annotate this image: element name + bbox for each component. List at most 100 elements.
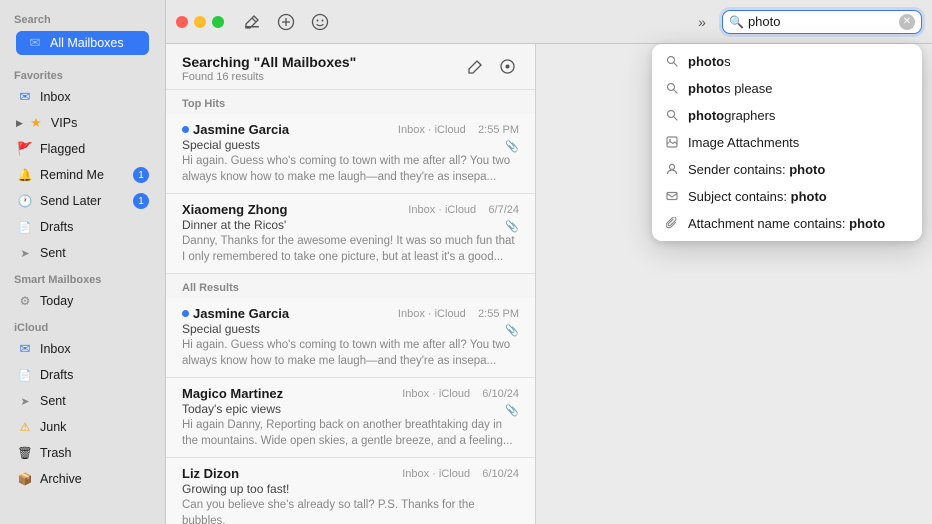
email-item-header-1: Xiaomeng Zhong Inbox · iCloud 6/7/24 bbox=[182, 202, 519, 217]
suggestion-sender-contains[interactable]: Sender contains: photo bbox=[652, 156, 922, 183]
fullscreen-button[interactable] bbox=[212, 16, 224, 28]
new-message-button[interactable] bbox=[238, 8, 266, 36]
email-preview-4: Can you believe she's already so tall? P… bbox=[182, 498, 519, 524]
new-message-action-button[interactable] bbox=[463, 54, 487, 78]
sent-icon: ➤ bbox=[16, 244, 34, 262]
list-item[interactable]: Xiaomeng Zhong Inbox · iCloud 6/7/24 Din… bbox=[166, 194, 535, 274]
sidebar-item-icloud-trash[interactable]: 🗑 Trash bbox=[6, 441, 159, 465]
paperclip-icon bbox=[664, 217, 680, 229]
mail-list-header: Searching "All Mailboxes" Found 16 resul… bbox=[166, 44, 535, 90]
suggestion-image-attachments[interactable]: Image Attachments bbox=[652, 129, 922, 156]
list-item[interactable]: Liz Dizon Inbox · iCloud 6/10/24 Growing… bbox=[166, 458, 535, 524]
sidebar-item-icloud-archive[interactable]: 📦 Archive bbox=[6, 467, 159, 491]
list-item[interactable]: Magico Martinez Inbox · iCloud 6/10/24 T… bbox=[166, 378, 535, 458]
forward-button[interactable]: » bbox=[688, 8, 716, 36]
sidebar-item-icloud-drafts[interactable]: 📄 Drafts bbox=[6, 363, 159, 387]
app-window: Search ✉ All Mailboxes Favorites ✉ Inbox… bbox=[0, 0, 932, 524]
sidebar-section-icloud: iCloud bbox=[0, 314, 165, 336]
sidebar-section-favorites: Favorites bbox=[0, 62, 165, 84]
email-sender-1: Xiaomeng Zhong bbox=[182, 202, 287, 217]
sidebar-item-icloud-sent-label: Sent bbox=[40, 394, 66, 408]
email-subject-1: Dinner at the Ricos' bbox=[182, 218, 286, 232]
list-item[interactable]: Jasmine Garcia Inbox · iCloud 2:55 PM Sp… bbox=[166, 298, 535, 378]
email-meta-2: Inbox · iCloud 2:55 PM bbox=[398, 308, 519, 320]
email-subject-3: Today's epic views bbox=[182, 402, 281, 416]
sidebar-item-drafts[interactable]: 📄 Drafts bbox=[6, 215, 159, 239]
email-row2-0: Special guests 📎 bbox=[182, 138, 519, 154]
email-preview-2: Hi again. Guess who's coming to town wit… bbox=[182, 338, 519, 369]
search-input-wrapper: 🔍 ✕ bbox=[722, 10, 922, 34]
sidebar-item-vips[interactable]: ▶ ★ VIPs bbox=[6, 111, 159, 135]
icloud-trash-icon: 🗑 bbox=[16, 444, 34, 462]
email-row2-1: Dinner at the Ricos' 📎 bbox=[182, 218, 519, 234]
icloud-drafts-icon: 📄 bbox=[16, 366, 34, 384]
content-area: » 🔍 ✕ photos bbox=[166, 0, 932, 524]
email-preview-0: Hi again. Guess who's coming to town wit… bbox=[182, 154, 519, 185]
chevron-icon: ▶ bbox=[16, 118, 23, 129]
sidebar-item-icloud-junk[interactable]: ⚠ Junk bbox=[6, 415, 159, 439]
sidebar-item-drafts-label: Drafts bbox=[40, 220, 73, 234]
email-sender-0: Jasmine Garcia bbox=[182, 122, 289, 137]
sidebar-item-remind-me[interactable]: 🔔 Remind Me 1 bbox=[6, 163, 159, 187]
sidebar-item-send-later[interactable]: 🕐 Send Later 1 bbox=[6, 189, 159, 213]
sidebar-item-icloud-inbox[interactable]: ✉ Inbox bbox=[6, 337, 159, 361]
bell-icon: 🔔 bbox=[16, 166, 34, 184]
email-list: Top Hits Jasmine Garcia Inbox · iCloud bbox=[166, 90, 535, 524]
suggestion-photos-text: photos bbox=[688, 54, 731, 69]
add-icon bbox=[277, 13, 295, 31]
compose-icon bbox=[243, 13, 261, 31]
inbox-fav-icon: ✉ bbox=[16, 88, 34, 106]
header-text-group: Searching "All Mailboxes" Found 16 resul… bbox=[182, 54, 356, 83]
search-input[interactable] bbox=[748, 14, 899, 29]
email-meta-1: Inbox · iCloud 6/7/24 bbox=[408, 204, 519, 216]
sidebar-item-flagged[interactable]: 🚩 Flagged bbox=[6, 137, 159, 161]
suggestion-attachment-name[interactable]: Attachment name contains: photo bbox=[652, 210, 922, 237]
add-button[interactable] bbox=[272, 8, 300, 36]
attachment-icon-3: 📎 bbox=[505, 404, 519, 417]
list-item[interactable]: Jasmine Garcia Inbox · iCloud 2:55 PM Sp… bbox=[166, 114, 535, 194]
suggestion-photos-please[interactable]: photos please bbox=[652, 75, 922, 102]
vip-star-icon: ★ bbox=[27, 114, 45, 132]
sidebar-item-icloud-trash-label: Trash bbox=[40, 446, 72, 460]
sidebar-item-all-mailboxes[interactable]: ✉ All Mailboxes bbox=[16, 31, 149, 55]
send-later-badge: 1 bbox=[133, 193, 149, 209]
suggestion-search-icon-2 bbox=[664, 109, 680, 121]
search-clear-button[interactable]: ✕ bbox=[899, 14, 915, 30]
email-sender-2: Jasmine Garcia bbox=[182, 306, 289, 321]
close-button[interactable] bbox=[176, 16, 188, 28]
email-item-header-0: Jasmine Garcia Inbox · iCloud 2:55 PM bbox=[182, 122, 519, 137]
attachment-icon-2: 📎 bbox=[505, 324, 519, 337]
clock-icon: 🕐 bbox=[16, 192, 34, 210]
email-sender-3: Magico Martinez bbox=[182, 386, 283, 401]
email-subject-2: Special guests bbox=[182, 322, 260, 336]
attachment-icon-0: 📎 bbox=[505, 140, 519, 153]
envelope-icon bbox=[664, 190, 680, 202]
search-container: 🔍 ✕ photos bbox=[722, 10, 922, 34]
email-item-header-3: Magico Martinez Inbox · iCloud 6/10/24 bbox=[182, 386, 519, 401]
all-results-header: All Results bbox=[166, 274, 535, 298]
icloud-inbox-icon: ✉ bbox=[16, 340, 34, 358]
minimize-button[interactable] bbox=[194, 16, 206, 28]
icloud-sent-icon: ➤ bbox=[16, 392, 34, 410]
suggestion-photographers-text: photographers bbox=[688, 108, 775, 123]
person-icon bbox=[664, 163, 680, 175]
email-subject-4: Growing up too fast! bbox=[182, 482, 289, 496]
sidebar-item-sent[interactable]: ➤ Sent bbox=[6, 241, 159, 265]
suggestion-photographers[interactable]: photographers bbox=[652, 102, 922, 129]
inbox-icon: ✉ bbox=[26, 34, 44, 52]
sidebar-item-all-mailboxes-label: All Mailboxes bbox=[50, 36, 124, 50]
suggestion-photos[interactable]: photos bbox=[652, 48, 922, 75]
suggestion-subject-contains[interactable]: Subject contains: photo bbox=[652, 183, 922, 210]
filter-action-button[interactable] bbox=[495, 54, 519, 78]
sidebar-item-icloud-sent[interactable]: ➤ Sent bbox=[6, 389, 159, 413]
email-item-header-4: Liz Dizon Inbox · iCloud 6/10/24 bbox=[182, 466, 519, 481]
sidebar-item-today[interactable]: ⚙ Today bbox=[6, 289, 159, 313]
sidebar-section-smart: Smart Mailboxes bbox=[0, 266, 165, 288]
sidebar-item-send-later-label: Send Later bbox=[40, 194, 101, 208]
icloud-junk-icon: ⚠ bbox=[16, 418, 34, 436]
suggestion-image-attachments-text: Image Attachments bbox=[688, 135, 799, 150]
sidebar-item-inbox[interactable]: ✉ Inbox bbox=[6, 85, 159, 109]
email-row2-3: Today's epic views 📎 bbox=[182, 402, 519, 418]
emoji-button[interactable] bbox=[306, 8, 334, 36]
sidebar-item-remind-me-label: Remind Me bbox=[40, 168, 104, 182]
